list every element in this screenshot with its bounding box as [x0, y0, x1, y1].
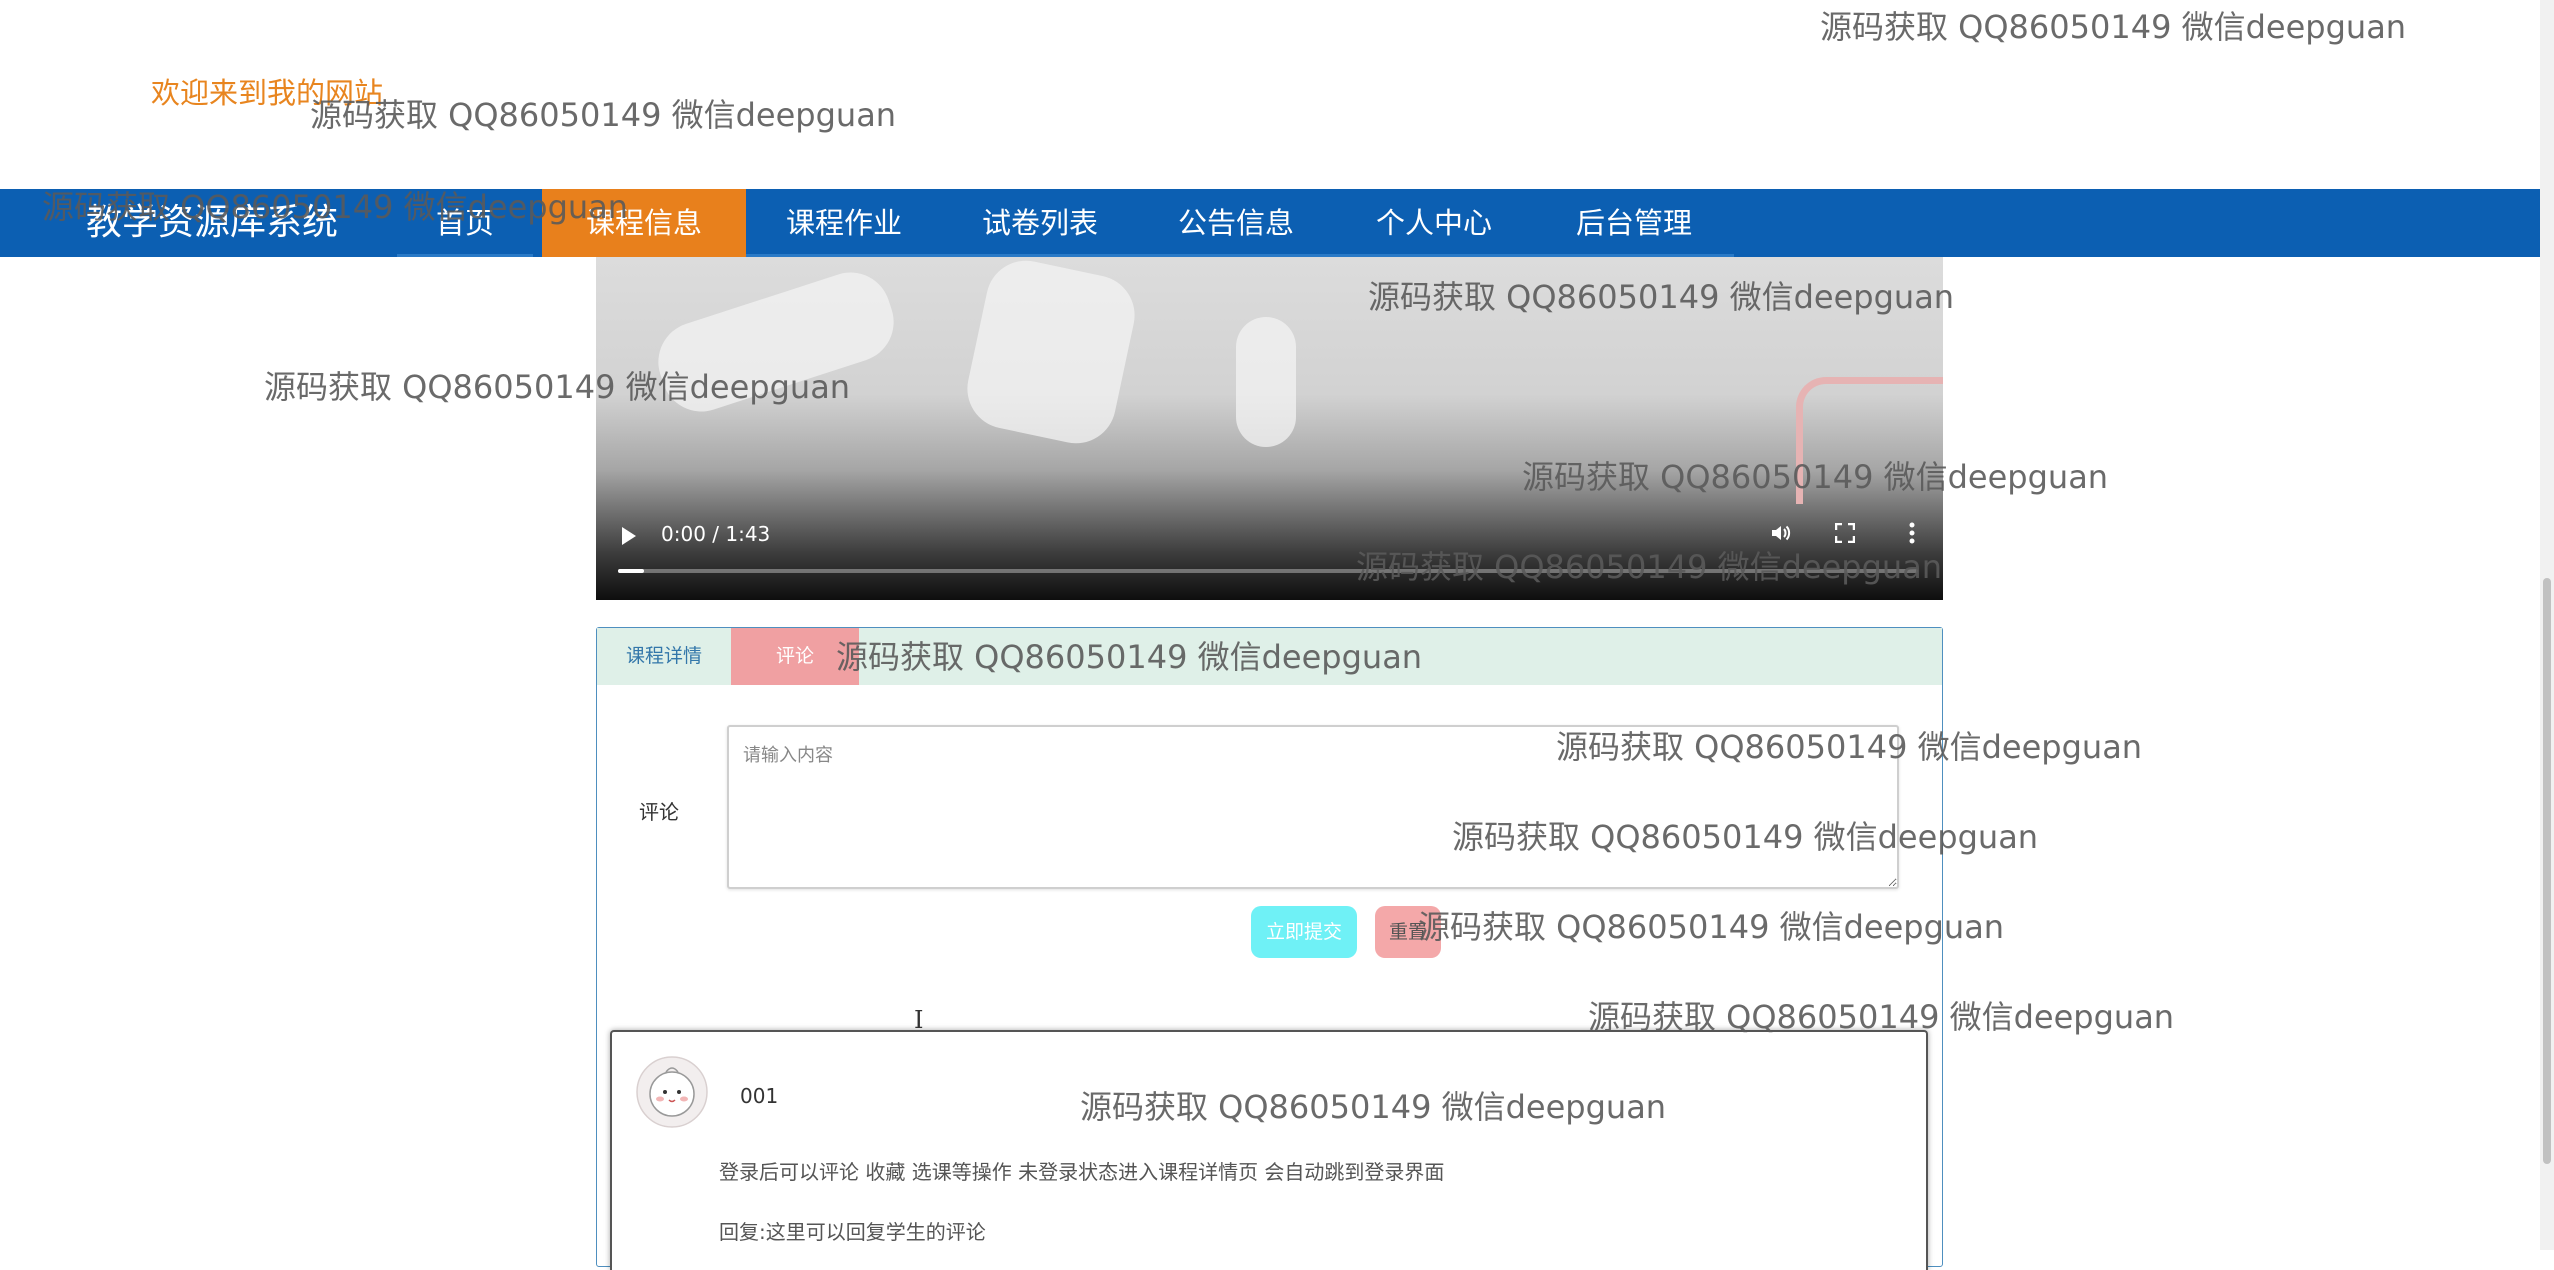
watermark-text: 源码获取 QQ86050149 微信deepguan	[310, 96, 897, 134]
video-progress-fill	[618, 569, 644, 573]
comment-text: 登录后可以评论 收藏 选课等操作 未登录状态进入课程详情页 会自动跳到登录界面	[719, 1160, 1445, 1184]
text-cursor-icon: I	[914, 1006, 924, 1034]
reset-button[interactable]: 重置	[1375, 906, 1441, 958]
submit-button[interactable]: 立即提交	[1251, 906, 1357, 958]
video-frame-red-stroke	[1796, 377, 1943, 504]
tab-bar: 课程详情 评论	[597, 628, 1942, 685]
user-avatar-icon	[636, 1056, 708, 1128]
nav-exam-list[interactable]: 试卷列表	[942, 189, 1138, 257]
video-frame-shape	[1236, 317, 1296, 447]
tab-course-detail[interactable]: 课程详情	[597, 628, 731, 685]
nav-home[interactable]: 首页	[397, 189, 533, 257]
video-progress-bar[interactable]	[618, 569, 1918, 573]
nav-personal-center[interactable]: 个人中心	[1334, 189, 1534, 257]
course-tabs-panel: 课程详情 评论 评论 立即提交 重置 001 登录后可以评论 收藏 选课等操作 …	[596, 627, 1943, 1270]
welcome-text: 欢迎来到我的网站	[151, 76, 384, 110]
fullscreen-icon[interactable]	[1835, 523, 1855, 543]
video-frame-shape	[647, 262, 905, 422]
comment-reply: 回复:这里可以回复学生的评论	[719, 1220, 986, 1244]
nav-course-info[interactable]: 课程信息	[542, 189, 746, 257]
comment-username: 001	[740, 1084, 779, 1108]
comment-field-label: 评论	[639, 800, 679, 824]
comment-item: 001 登录后可以评论 收藏 选课等操作 未登录状态进入课程详情页 会自动跳到登…	[610, 1030, 1928, 1270]
page-scrollbar[interactable]	[2540, 0, 2554, 1250]
video-time: 0:00 / 1:43	[661, 522, 771, 546]
avatar	[636, 1056, 708, 1128]
nav-course-homework[interactable]: 课程作业	[746, 189, 942, 257]
comment-input[interactable]	[727, 725, 1899, 889]
main-navbar: 教学资源库系统 首页 课程信息 课程作业 试卷列表 公告信息 个人中心 后台管理	[0, 189, 2540, 257]
nav-admin[interactable]: 后台管理	[1534, 189, 1734, 257]
volume-icon[interactable]	[1769, 521, 1793, 545]
course-video-player[interactable]: 0:00 / 1:43	[596, 257, 1943, 600]
more-options-icon[interactable]	[1908, 521, 1916, 545]
play-icon[interactable]	[622, 527, 636, 545]
brand-title[interactable]: 教学资源库系统	[86, 189, 338, 257]
watermark-text: 源码获取 QQ86050149 微信deepguan	[1820, 8, 2407, 46]
tab-comment[interactable]: 评论	[731, 628, 859, 685]
nav-announcements[interactable]: 公告信息	[1138, 189, 1334, 257]
video-frame-shape	[959, 257, 1143, 451]
scrollbar-thumb[interactable]	[2543, 578, 2551, 1164]
